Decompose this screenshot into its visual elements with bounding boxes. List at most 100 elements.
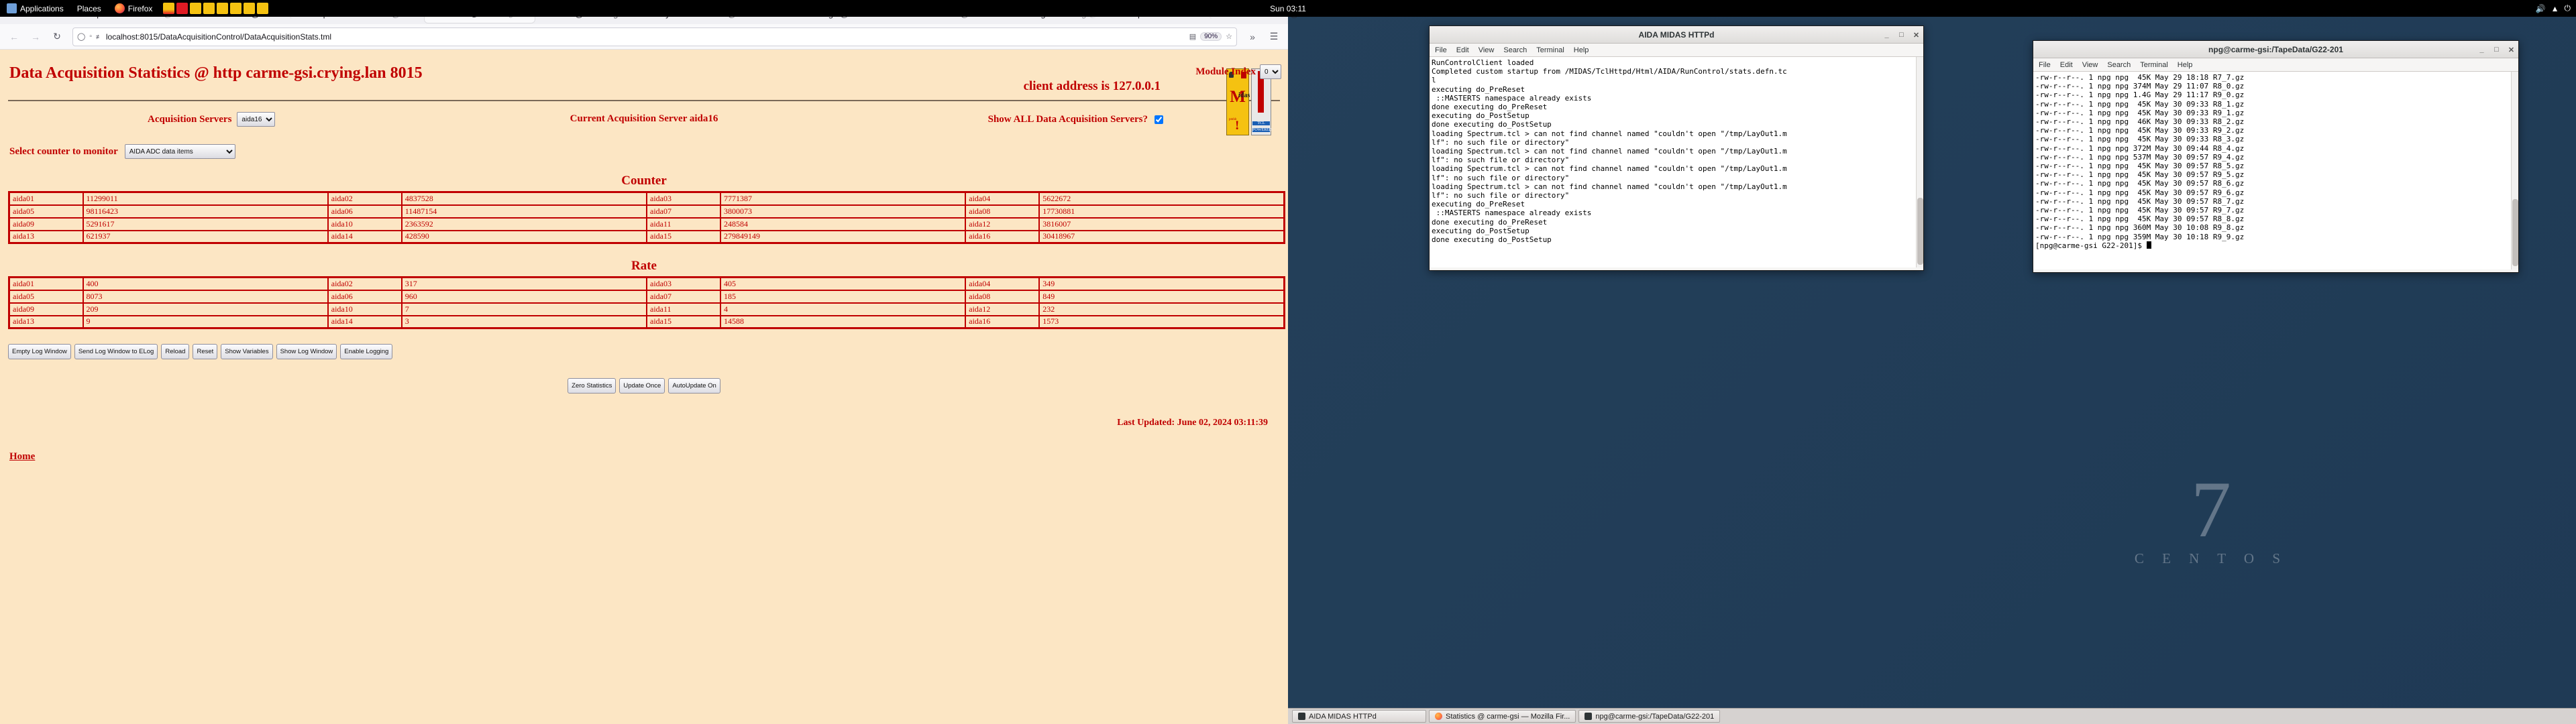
gnome-top-panel[interactable]: Applications Places Firefox Sun 03:11 🔊 … [0,0,2576,17]
term-icon-7[interactable] [257,3,269,14]
term-icon-1[interactable] [176,3,189,14]
autoupdate-on-button[interactable]: AutoUpdate On [668,378,720,394]
menubar[interactable]: File Edit View Search Terminal Help [2033,58,2518,72]
reload-button[interactable]: Reload [161,344,190,359]
menubar[interactable]: File Edit View Search Terminal Help [1430,44,1923,57]
titlebar[interactable]: npg@carme-gsi:/TapeData/G22-201 _ □ ✕ [2033,41,2518,58]
app-menu-icon[interactable]: ☰ [1264,27,1284,46]
taskbar-item-firefox[interactable]: Statistics @ carme-gsi — Mozilla Fir... [1429,710,1576,723]
close-icon[interactable]: ✕ [2507,46,2516,54]
select-counter-dropdown[interactable]: AIDA ADC data items [124,144,235,159]
term-icon-3[interactable] [203,3,215,14]
show-log-window-button[interactable]: Show Log Window [276,344,337,359]
taskbar[interactable]: AIDA MIDAS HTTPd Statistics @ carme-gsi … [1288,708,2576,724]
overflow-icon[interactable]: » [1242,27,1263,46]
update-once-button[interactable]: Update Once [619,378,665,394]
terminal-output[interactable]: RunControlClient loaded Completed custom … [1430,57,1923,267]
term-icon-6[interactable] [244,3,256,14]
shield-icon[interactable]: ◯ [77,32,85,41]
menu-file[interactable]: File [2039,61,2051,69]
terminal-line: -rw-r--r--. 1 npg npg 360M May 30 10:08 … [2035,223,2245,233]
terminal-line: ::MASTERTS namespace already exists [1432,208,1592,218]
terminal-line: loading Spectrum.tcl > can not find chan… [1432,182,1787,191]
term-icon-5[interactable] [230,3,242,14]
clock[interactable]: Sun 03:11 [1270,4,1306,13]
address-bar[interactable]: ◯ ▫ ≢ localhost:8015/DataAcquisitionCont… [72,27,1237,46]
panel-status-area[interactable]: 🔊 ▲ ⏻ [2536,3,2571,13]
titlebar[interactable]: AIDA MIDAS HTTPd _ □ ✕ [1430,26,1923,44]
terminal-prompt[interactable]: [npg@carme-gsi G22-201]$ [2035,241,2516,250]
close-icon[interactable]: ✕ [1912,31,1921,40]
firefox-window-menu[interactable]: Firefox [108,0,160,17]
bookmark-star-icon[interactable]: ☆ [1226,32,1232,41]
module-index-select[interactable]: 0 [1260,64,1281,79]
menu-search[interactable]: Search [1503,46,1527,54]
show-variables-button[interactable]: Show Variables [221,344,273,359]
home-link[interactable]: Home [9,451,1283,463]
menu-edit[interactable]: Edit [1456,46,1469,54]
menu-view[interactable]: View [2082,61,2098,69]
table-row: aida01 400 aida02 317 aida03 405 aida04 349 [8,276,1285,291]
menu-terminal[interactable]: Terminal [2140,61,2168,69]
maximize-icon[interactable]: □ [1897,31,1906,39]
menu-help[interactable]: Help [1574,46,1589,54]
forward-icon[interactable]: → [25,27,46,46]
terminal-line: -rw-r--r--. 1 npg npg 537M May 30 09:57 … [2035,152,2245,162]
empty-log-window-button[interactable]: Empty Log Window [8,344,71,359]
window-controls[interactable]: _ □ ✕ [1882,26,1921,44]
menu-edit[interactable]: Edit [2060,61,2073,69]
cell-channel: aida16 [965,314,1040,329]
menu-search[interactable]: Search [2107,61,2131,69]
applications-menu[interactable]: Applications [0,0,70,17]
window-controls[interactable]: _ □ ✕ [2477,41,2516,58]
reset-button[interactable]: Reset [193,344,218,359]
current-acquisition-server-text: Current Acquisition Server aida16 [570,113,718,124]
places-menu[interactable]: Places [70,0,108,17]
zero-statistics-button[interactable]: Zero Statistics [568,378,616,394]
scrollbar-thumb[interactable] [2512,199,2518,266]
menu-view[interactable]: View [1479,46,1495,54]
enable-logging-button[interactable]: Enable Logging [340,344,393,359]
term-icon-2[interactable] [190,3,202,14]
terminal-output[interactable]: -rw-r--r--. 1 npg npg 45K May 29 18:18 R… [2033,72,2518,269]
reload-icon[interactable]: ↻ [47,27,67,46]
show-all-servers-group[interactable]: Show ALL Data Acquisition Servers? [988,113,1165,126]
scrollbar[interactable] [1916,57,1923,267]
cell-value: 3816007 [1038,217,1285,231]
term-icon-4[interactable] [217,3,229,14]
minimize-icon[interactable]: _ [2477,46,2486,54]
menu-help[interactable]: Help [2178,61,2193,69]
menu-file[interactable]: File [1435,46,1447,54]
acquisition-servers-select[interactable]: aida16 [237,112,276,127]
taskbar-item-tapedata[interactable]: npg@carme-gsi:/TapeData/G22-201 [1578,710,1721,723]
window-aida-midas-httpd[interactable]: AIDA MIDAS HTTPd _ □ ✕ File Edit View Se… [1429,25,1924,271]
show-all-servers-checkbox[interactable] [1155,115,1163,124]
cell-channel: aida11 [646,302,721,316]
cell-value: 2363592 [400,217,648,231]
page-info-icon[interactable]: ▫ [89,33,92,40]
maximize-icon[interactable]: □ [2492,46,2501,54]
navigation-toolbar[interactable]: ← → ↻ ◯ ▫ ≢ localhost:8015/DataAcquisiti… [0,24,1288,50]
power-icon[interactable]: ⏻ [2565,3,2571,13]
network-icon[interactable]: ▲ [2551,4,2559,13]
cell-channel: aida04 [965,276,1040,291]
midas-icon[interactable] [163,3,175,14]
panel-app-icons[interactable] [163,3,269,14]
scrollbar-thumb[interactable] [1917,198,1923,265]
url-text[interactable]: localhost:8015/DataAcquisitionControl/Da… [106,32,1185,42]
cell-channel: aida07 [646,204,721,219]
back-icon[interactable]: ← [4,27,24,46]
window-tapedata-terminal[interactable]: npg@carme-gsi:/TapeData/G22-201 _ □ ✕ Fi… [2033,40,2519,273]
minimize-icon[interactable]: _ [1882,31,1891,39]
menu-terminal[interactable]: Terminal [1536,46,1564,54]
volume-icon[interactable]: 🔊 [2536,4,2546,13]
zoom-level-badge[interactable]: 90% [1200,32,1222,41]
taskbar-item-midas[interactable]: AIDA MIDAS HTTPd [1292,710,1426,723]
cell-channel: aida01 [8,191,84,206]
send-log-to-elog-button[interactable]: Send Log Window to ELog [74,344,158,359]
window-firefox[interactable]: AIDA✕Experiment Control @ carme-gsi✕Run … [0,0,1358,724]
terminal-icon [1585,713,1593,720]
reader-mode-icon[interactable]: ▤ [1189,32,1196,41]
scrollbar[interactable] [2511,72,2518,269]
cell-channel: aida06 [327,289,402,304]
